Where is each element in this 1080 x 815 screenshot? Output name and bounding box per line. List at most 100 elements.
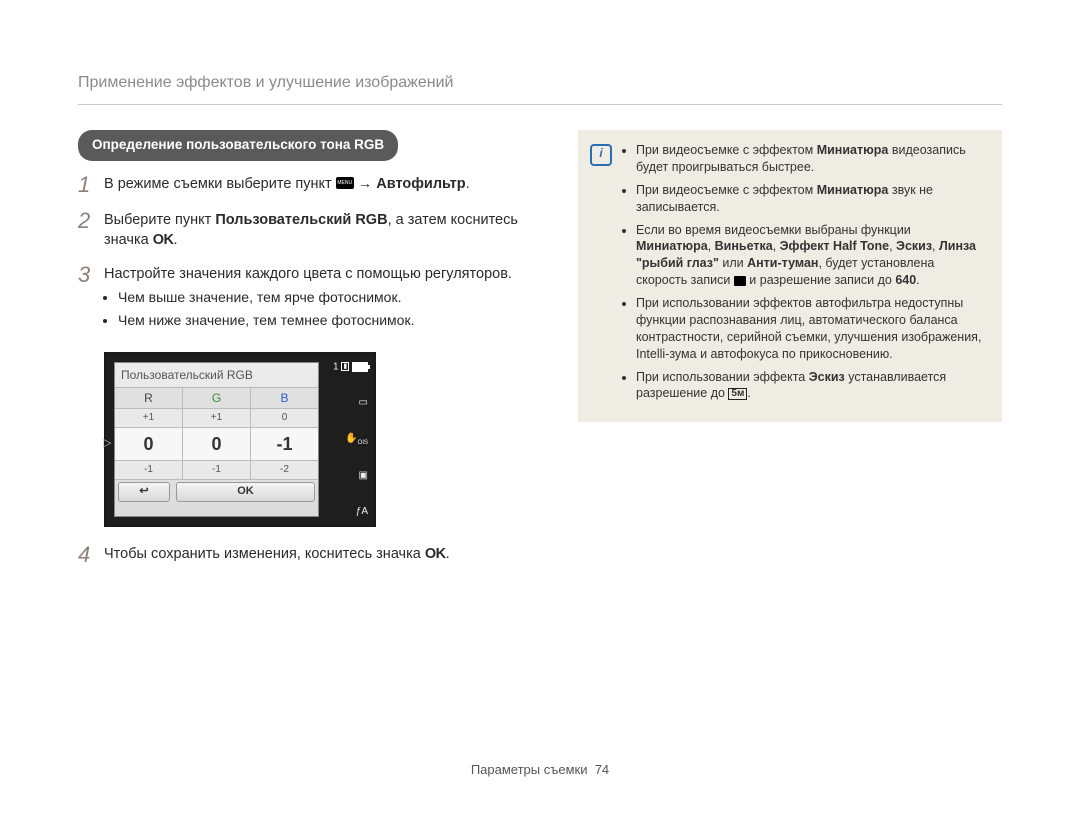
note-item: При использовании эффекта Эскиз устанавл… — [636, 369, 988, 403]
note-list: При видеосъемке с эффектом Миниатюра вид… — [620, 142, 988, 402]
b: 640 — [895, 273, 916, 287]
b: Эффект Half Tone — [780, 239, 889, 253]
val[interactable]: 0 — [115, 428, 183, 460]
note-item: При использовании эффектов автофильтра н… — [636, 295, 988, 363]
val: 0 — [251, 409, 318, 427]
lcd-preview: Пользовательcкий RGB R G B +1 +1 0 ▷ 0 0… — [104, 352, 376, 527]
step-2: 2 Выберите пункт Пользовательский RGB, а… — [78, 211, 538, 250]
t: При видеосъемке с эффектом — [636, 183, 817, 197]
focus-icon: ▣ — [324, 471, 368, 481]
card-battery: 1 ▮ — [324, 362, 368, 373]
rgb-panel: Пользовательcкий RGB R G B +1 +1 0 ▷ 0 0… — [114, 362, 319, 517]
b: Миниатюра — [817, 143, 889, 157]
step-4: 4 Чтобы сохранить изменения, коснитесь з… — [78, 545, 538, 567]
b: Миниатюра — [636, 239, 708, 253]
b: Виньетка — [715, 239, 773, 253]
val: +1 — [115, 409, 183, 427]
header-title: Применение эффектов и улучшение изображе… — [78, 74, 453, 91]
ois-icon: ✋OIS — [324, 434, 368, 446]
aspect-icon: ▭ — [324, 398, 368, 408]
col-r: R — [115, 388, 183, 408]
menu-icon: MENU — [336, 177, 354, 189]
arrow: → — [358, 176, 377, 192]
text: Чтобы сохранить изменения, коснитесь зна… — [104, 546, 425, 562]
t: . — [747, 386, 750, 400]
page-footer: Параметры съемки 74 — [0, 761, 1080, 779]
left-column: Определение пользовательского тона RGB 1… — [78, 130, 538, 581]
val: -1 — [183, 461, 251, 479]
footer-page: 74 — [595, 762, 609, 777]
step-body: Чтобы сохранить изменения, коснитесь зна… — [104, 545, 538, 565]
text: . — [446, 546, 450, 562]
b: Миниатюра — [817, 183, 889, 197]
t: и разрешение записи до — [746, 273, 895, 287]
battery-icon — [352, 362, 368, 372]
b: Эскиз — [896, 239, 932, 253]
rec-speed-icon — [734, 276, 746, 286]
bullet: Чем выше значение, тем ярче фотоснимок. — [118, 288, 538, 307]
t: При использовании эффекта — [636, 370, 809, 384]
rgb-row-up: +1 +1 0 — [115, 408, 318, 427]
sub-bullets: Чем выше значение, тем ярче фотоснимок. … — [104, 288, 538, 330]
col-b: B — [251, 388, 318, 408]
bullet: Чем ниже значение, тем темнее фотоснимок… — [118, 311, 538, 330]
step-number: 3 — [78, 263, 104, 287]
t: , — [889, 239, 896, 253]
right-column: i При видеосъемке с эффектом Миниатюра в… — [578, 130, 1002, 422]
sd-icon: ▮ — [341, 362, 349, 371]
text: В режиме съемки выберите пункт — [104, 176, 336, 192]
panel-bottom: ↩ OK — [115, 479, 318, 504]
step-body: В режиме съемки выберите пункт MENU → Ав… — [104, 175, 538, 195]
t: . — [916, 273, 919, 287]
rgb-header: R G B — [115, 387, 318, 408]
rgb-row-down: -1 -1 -2 — [115, 460, 318, 479]
step-number: 2 — [78, 209, 104, 233]
info-icon: i — [590, 144, 612, 166]
val[interactable]: 0 — [183, 428, 251, 460]
col-g: G — [183, 388, 251, 408]
step-number: 4 — [78, 543, 104, 567]
page-header: Применение эффектов и улучшение изображе… — [78, 72, 1002, 105]
t: или — [719, 256, 747, 270]
val[interactable]: -1 — [251, 428, 318, 460]
step-1: 1 В режиме съемки выберите пункт MENU → … — [78, 175, 538, 197]
ok-glyph: OK — [425, 546, 446, 562]
text: Выберите пункт — [104, 212, 215, 228]
step-number: 1 — [78, 173, 104, 197]
footer-section: Параметры съемки — [471, 762, 588, 777]
resolution-glyph: 5ᴍ — [728, 388, 747, 400]
card-count: 1 — [333, 362, 339, 373]
section-pill: Определение пользовательского тона RGB — [78, 130, 398, 161]
panel-title: Пользовательcкий RGB — [115, 363, 318, 387]
step-3: 3 Настройте значения каждого цвета с пом… — [78, 265, 538, 334]
steps-list: 1 В режиме съемки выберите пункт MENU → … — [78, 175, 538, 567]
ok-glyph: OK — [153, 232, 174, 248]
bold: Пользовательский RGB — [215, 212, 387, 228]
back-button[interactable]: ↩ — [118, 482, 170, 502]
step-body: Выберите пункт Пользовательский RGB, а з… — [104, 211, 538, 250]
ok-button[interactable]: OK — [176, 482, 315, 502]
t: , — [708, 239, 715, 253]
note-item: При видеосъемке с эффектом Миниатюра вид… — [636, 142, 988, 176]
t: При видеосъемке с эффектом — [636, 143, 817, 157]
b: Эскиз — [809, 370, 845, 384]
note-item: Если во время видеосъемки выбраны функци… — [636, 222, 988, 290]
step-body: Настройте значения каждого цвета с помощ… — [104, 265, 538, 334]
text: . — [466, 176, 470, 192]
note-box: i При видеосъемке с эффектом Миниатюра в… — [578, 130, 1002, 422]
lcd-side-icons: 1 ▮ ▭ ✋OIS ▣ ƒA — [324, 362, 368, 517]
text: Настройте значения каждого цвета с помощ… — [104, 266, 512, 282]
target-label: Автофильтр — [376, 176, 465, 192]
rgb-row-main: ▷ 0 0 -1 — [115, 427, 318, 460]
t: , — [773, 239, 780, 253]
t: Если во время видеосъемки выбраны функци… — [636, 223, 911, 237]
note-item: При видеосъемке с эффектом Миниатюра зву… — [636, 182, 988, 216]
caret-icon: ▷ — [103, 428, 111, 460]
t: , — [932, 239, 939, 253]
val: +1 — [183, 409, 251, 427]
val: -1 — [115, 461, 183, 479]
val: -2 — [251, 461, 318, 479]
b: Анти-туман — [747, 256, 818, 270]
text: . — [173, 232, 177, 248]
flash-icon: ƒA — [324, 507, 368, 517]
